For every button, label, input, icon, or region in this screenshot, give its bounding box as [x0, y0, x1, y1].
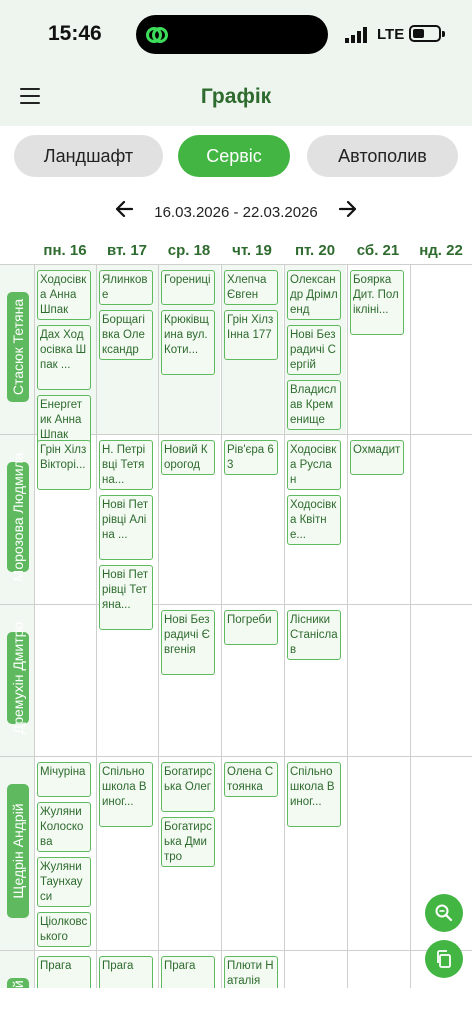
job-card[interactable]: Богатирська Дмитро [161, 817, 215, 867]
app-activity-icon [146, 27, 168, 43]
job-card[interactable]: Хлепча Євген [224, 270, 278, 305]
job-card[interactable]: Погреби [224, 610, 278, 645]
column-divider [284, 264, 285, 988]
job-card[interactable]: Олександр Дрімленд [287, 270, 341, 320]
job-card[interactable]: Лісники Станіслав [287, 610, 341, 660]
job-card[interactable]: Нові Петрівці Аліна ... [99, 495, 153, 560]
column-divider [410, 264, 411, 988]
signal-icon [345, 27, 367, 43]
day-header: нд. 22 [419, 242, 463, 259]
job-card[interactable]: Енергетик Анна Шпак [37, 395, 91, 445]
job-card[interactable]: Ходосівка Квітне... [287, 495, 341, 545]
zoom-button[interactable] [425, 894, 463, 932]
job-card[interactable]: Нові Петрівці Тетяна... [99, 565, 153, 630]
job-card[interactable]: Плюти Наталія [224, 956, 278, 988]
network-label: LTE [377, 26, 405, 43]
job-card[interactable]: Охмадит [350, 440, 404, 475]
job-card[interactable]: Крюківщина вул.Коти... [161, 310, 215, 375]
worker-name: Щедрін Андрій [10, 803, 26, 899]
day-header: ср. 18 [167, 242, 211, 259]
job-card[interactable]: Спільно школа Виног... [287, 762, 341, 827]
worker-name: Морозова Людмила [10, 452, 26, 582]
job-card[interactable]: Боярка Дит. Полікліні... [350, 270, 404, 335]
dynamic-island [136, 15, 328, 54]
copy-button[interactable] [425, 940, 463, 978]
tab-service[interactable]: Сервіс [178, 135, 290, 177]
job-card[interactable]: Горениці [161, 270, 215, 305]
job-card[interactable]: Новий Корогод [161, 440, 215, 475]
worker-label[interactable]: Щедрін Андрій [7, 784, 29, 918]
row-divider [0, 264, 472, 265]
job-card[interactable]: Ялинкове [99, 270, 153, 305]
job-card[interactable]: Рів'єра 63 [224, 440, 278, 475]
page-title: Графік [200, 85, 272, 108]
column-divider [221, 264, 222, 988]
week-navigator: 16.03.2026 - 22.03.2026 [0, 196, 472, 230]
column-divider [34, 264, 35, 988]
worker-name: Дремухін Дмитро [10, 621, 26, 735]
job-card[interactable]: Жуляни Колосковa [37, 802, 91, 852]
battery-tip [442, 31, 445, 37]
worker-name: ...ргій [10, 980, 26, 988]
arrow-right-icon[interactable] [337, 198, 359, 220]
job-card[interactable]: Прага [161, 956, 215, 988]
day-header: вт. 17 [106, 242, 148, 259]
zoom-icon [435, 904, 453, 922]
worker-label[interactable]: Морозова Людмила [7, 453, 29, 581]
job-card[interactable]: Спільно школа Виног... [99, 762, 153, 827]
column-divider [96, 264, 97, 988]
row-divider [0, 950, 472, 951]
job-card[interactable]: Олена Стоянка [224, 762, 278, 797]
job-card[interactable]: Ходосівка Руслан [287, 440, 341, 490]
row-divider [0, 604, 472, 605]
job-card[interactable]: Грін Хілз Вікторі... [37, 440, 91, 490]
status-bar: 15:46 LTE [0, 0, 472, 70]
job-card[interactable]: Жуляни Таунхауси [37, 857, 91, 907]
day-header: пн. 16 [43, 242, 87, 259]
job-card[interactable]: Прага [99, 956, 153, 988]
worker-label[interactable]: ...ргій [7, 978, 29, 988]
job-card[interactable]: Владислав Кременище [287, 380, 341, 430]
job-card[interactable]: Богатирська Олег [161, 762, 215, 812]
job-card[interactable]: Дах Ходосівка Шпак ... [37, 325, 91, 390]
schedule-grid: пн. 16 вт. 17 ср. 18 чт. 19 пт. 20 сб. 21 нд. … [0, 234, 472, 988]
category-tabs: Ландшафт Сервіс Автополив [0, 126, 472, 190]
day-header: чт. 19 [232, 242, 272, 259]
column-divider [347, 264, 348, 988]
day-header: сб. 21 [356, 242, 400, 259]
job-card[interactable]: Н. Петрівці Тетяна... [99, 440, 153, 490]
week-range: 16.03.2026 - 22.03.2026 [154, 204, 318, 221]
tab-irrigation[interactable]: Автополив [307, 135, 458, 177]
job-card[interactable]: Грін Хілз Інна 177 [224, 310, 278, 360]
worker-name: Стасюк Тетяна [10, 298, 26, 396]
day-header: пт. 20 [294, 242, 336, 259]
row-divider [0, 756, 472, 757]
column-divider [158, 264, 159, 988]
job-card[interactable]: Борщагівка Олександр [99, 310, 153, 360]
job-card[interactable]: Мічуріна [37, 762, 91, 797]
job-card[interactable]: Ходосівка Анна Шпак [37, 270, 91, 320]
worker-label[interactable]: Стасюк Тетяна [7, 292, 29, 402]
status-time: 15:46 [48, 22, 102, 45]
job-card[interactable]: Ціолковського [37, 912, 91, 947]
tab-landscape[interactable]: Ландшафт [14, 135, 163, 177]
copy-icon [437, 950, 451, 968]
job-card[interactable]: Нові Безрадичі Сергій [287, 325, 341, 375]
worker-label[interactable]: Дремухін Дмитро [7, 622, 29, 734]
job-card[interactable]: Нові Безрадичі Євгенія [161, 610, 215, 675]
app-bar: Графік [0, 70, 472, 126]
job-card[interactable]: Прага [37, 956, 91, 988]
battery-icon [409, 25, 441, 42]
